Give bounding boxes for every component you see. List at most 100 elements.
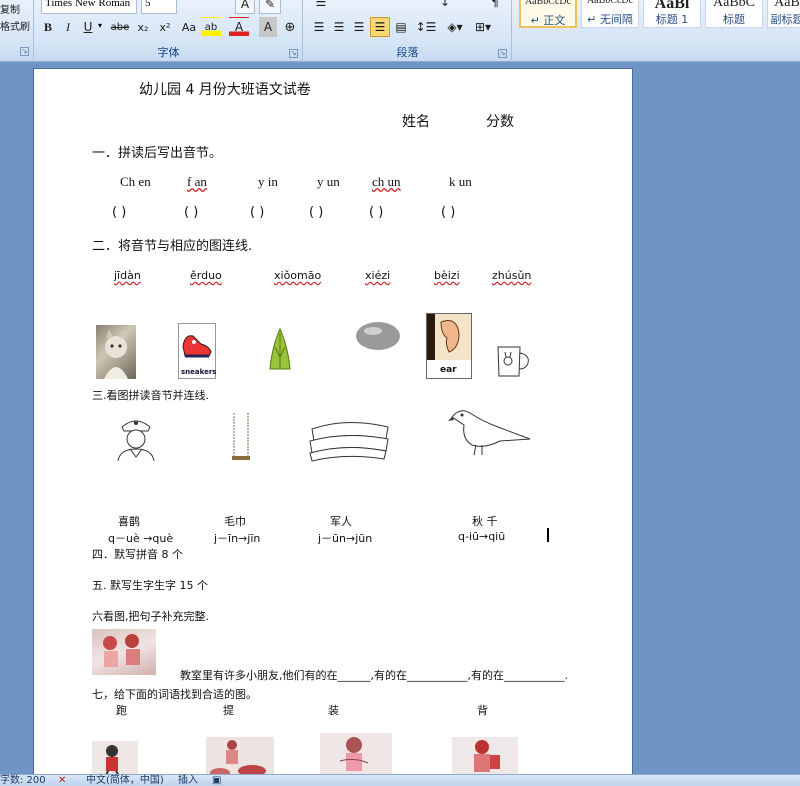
style-subtitle[interactable]: AaB 副标题	[767, 0, 800, 28]
character-shading-button[interactable]: A	[259, 17, 277, 37]
borders-button[interactable]: ⊞▾	[470, 17, 496, 37]
align-right-button[interactable]: ☰	[350, 17, 368, 37]
superscript-button[interactable]: x²	[155, 17, 175, 37]
syllable-6: k un	[449, 174, 472, 189]
word-magpie: 喜鹊	[118, 515, 140, 528]
section-3-heading: 三.看图拼读音节并连线.	[92, 389, 209, 402]
classroom-photo	[92, 629, 156, 675]
underline-button[interactable]: U	[79, 17, 97, 37]
swing-image	[230, 413, 252, 465]
style-title[interactable]: AaBbC 标题	[705, 0, 763, 28]
italic-button[interactable]: I	[59, 17, 77, 37]
font-launcher[interactable]: ↘	[289, 49, 298, 58]
font-size-field[interactable]: 5	[141, 0, 177, 14]
paragraph-launcher[interactable]: ↘	[498, 49, 507, 58]
proofing-icon[interactable]: ✕	[58, 775, 66, 786]
doc-title: 幼儿园 4 月份大班语文试卷	[139, 82, 311, 98]
pinyin-bamboo: zhúsǔn	[492, 269, 532, 282]
sneakers-caption: sneakers	[181, 368, 217, 376]
font-group-label: 字体	[157, 46, 180, 59]
answer-paren-6: ( )	[441, 205, 456, 220]
shading-button[interactable]: ◈▾	[442, 17, 468, 37]
style-heading-1[interactable]: AaBl 标题 1	[643, 0, 701, 28]
style-no-spacing[interactable]: AaBbCcDc ↵ 无间隔	[581, 0, 639, 28]
sort-button[interactable]: ↕	[434, 0, 456, 12]
bamboo-shoot-image	[266, 327, 294, 373]
highlight-button[interactable]: ab	[201, 17, 221, 37]
insert-mode[interactable]: 插入	[178, 775, 198, 786]
subscript-button[interactable]: x₂	[133, 17, 153, 37]
soldier-image	[114, 413, 158, 462]
pinyin-ear: ěrduo	[190, 269, 222, 282]
word-count[interactable]: 字数: 200	[0, 775, 46, 786]
fill-sentence: 教室里有许多小朋友,他们有的在______,有的在___________,有的在…	[180, 669, 568, 682]
align-left-button[interactable]: ☰	[310, 17, 328, 37]
style-normal[interactable]: AaBbCcDc ↵ 正文	[519, 0, 577, 28]
cat-image	[96, 325, 136, 379]
egg-image	[355, 321, 401, 351]
word-swing: 秋 千	[472, 515, 498, 528]
syllable-1: Ch en	[120, 174, 151, 189]
section-4-heading: 四．默写拼音 8 个	[92, 548, 183, 561]
bold-button[interactable]: B	[39, 17, 57, 37]
answer-paren-3: ( )	[250, 205, 265, 220]
clear-format-button[interactable]: ✎	[259, 0, 281, 14]
cup-image	[494, 343, 532, 379]
pinyin-cup: bèizi	[434, 269, 460, 282]
section-5-heading: 五. 默写生字生字 15 个	[92, 579, 208, 592]
show-marks-button[interactable]: ¶	[484, 0, 506, 12]
word-carry: 提	[223, 704, 234, 717]
syllable-4: y un	[317, 174, 340, 189]
bullets-button[interactable]: ☰	[310, 0, 332, 12]
grow-font-button[interactable]: A	[235, 0, 255, 14]
word-towel: 毛巾	[224, 515, 246, 528]
change-case-button[interactable]: Aa	[177, 17, 201, 37]
answer-paren-2: ( )	[184, 205, 199, 220]
pinyin-qiu: q-iū→qiū	[458, 530, 506, 543]
section-6-heading: 六看图,把句子补充完整.	[92, 610, 209, 623]
justify-button[interactable]: ☰	[370, 17, 390, 37]
section-1-heading: 一．拼读后写出音节。	[92, 146, 223, 161]
ribbon: 复制 格式刷 ↘ Times New Roman 5 A ✎ B I U ▾ a…	[0, 0, 800, 62]
magpie-image	[448, 405, 534, 457]
pinyin-egg: jīdàn	[114, 269, 141, 282]
paragraph-group: ☰ ↕ ¶ ☰ ☰ ☰ ☰ ▤ ↕☰ ◈▾ ⊞▾ 段落 ↘	[304, 0, 512, 62]
macro-record-icon[interactable]: ▣	[212, 775, 221, 786]
distributed-button[interactable]: ▤	[392, 17, 410, 37]
copy-button[interactable]: 复制	[0, 1, 20, 16]
clipboard-launcher[interactable]: ↘	[20, 47, 29, 56]
section-7-heading: 七，给下面的词语找到合适的图。	[92, 688, 257, 701]
font-color-button[interactable]: A	[229, 17, 249, 37]
syllable-2: f an	[187, 174, 207, 189]
document-page[interactable]: 幼儿园 4 月份大班语文试卷 姓名 分数 一．拼读后写出音节。 Ch en f …	[33, 68, 633, 786]
pinyin-jun: j－ūn→jūn	[318, 532, 373, 545]
towels-image	[306, 413, 392, 463]
font-name-field[interactable]: Times New Roman	[41, 0, 137, 14]
answer-paren-4: ( )	[309, 205, 324, 220]
line-spacing-button[interactable]: ↕☰	[414, 17, 438, 37]
syllable-5: ch un	[372, 174, 401, 189]
pinyin-que: q－uè →què	[108, 532, 174, 545]
pinyin-cat: xiǒomāo	[274, 269, 322, 282]
enclose-character-button[interactable]: ⊕	[281, 17, 299, 37]
font-group: Times New Roman 5 A ✎ B I U ▾ abe x₂ x² …	[35, 0, 303, 62]
word-soldier: 军人	[330, 515, 352, 528]
ear-image: ear	[426, 313, 472, 379]
word-pack: 装	[328, 704, 339, 717]
answer-paren-5: ( )	[369, 205, 384, 220]
language-indicator[interactable]: 中文(简体，中国)	[86, 775, 164, 786]
pinyin-jin: j－īn→jīn	[214, 532, 261, 545]
pinyin-shoes: xiézi	[365, 269, 391, 282]
ear-caption: ear	[440, 365, 457, 375]
word-backpack: 背	[477, 704, 488, 717]
section-2-heading: 二．将音节与相应的图连线.	[92, 239, 253, 254]
word-run: 跑	[116, 704, 127, 717]
strikethrough-button[interactable]: abe	[109, 17, 131, 37]
format-painter-button[interactable]: 格式刷	[0, 18, 30, 33]
name-label: 姓名	[402, 114, 430, 130]
status-bar: 字数: 200 ✕ 中文(简体，中国) 插入 ▣	[0, 774, 800, 786]
styles-group: AaBbCcDc ↵ 正文 AaBbCcDc ↵ 无间隔 AaBl 标题 1 A…	[513, 0, 800, 62]
paragraph-group-label: 段落	[396, 46, 419, 59]
align-center-button[interactable]: ☰	[330, 17, 348, 37]
underline-dropdown-icon[interactable]: ▾	[98, 21, 102, 30]
